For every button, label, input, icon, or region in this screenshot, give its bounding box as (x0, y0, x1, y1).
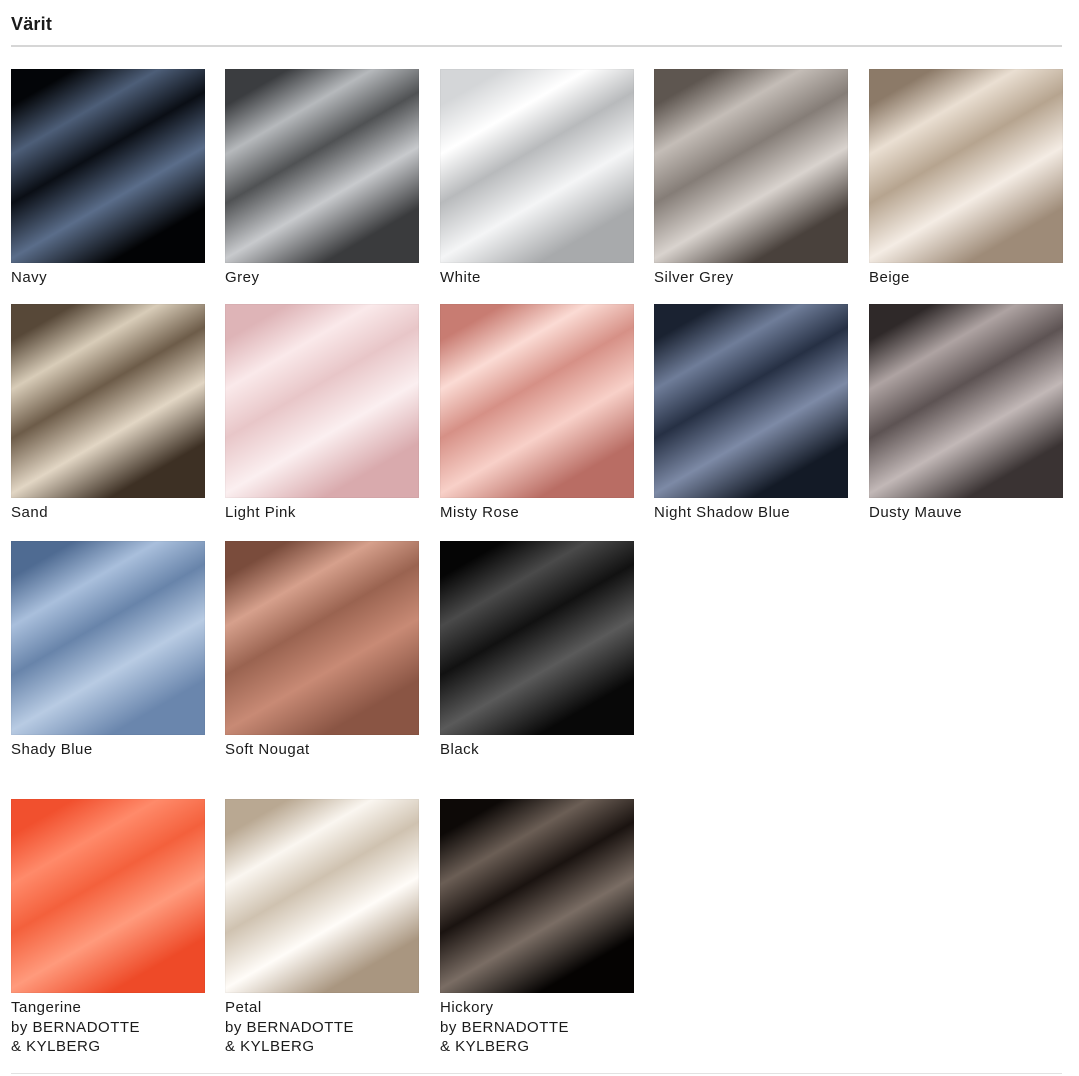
section-title: Värit (11, 14, 53, 34)
color-swatch-sand[interactable]: Sand (11, 304, 205, 523)
swatch-label-line: White (440, 269, 481, 286)
swatch-label[interactable]: Grey (225, 268, 419, 288)
swatch-label-line: Petal (225, 999, 262, 1016)
color-swatch-silver-grey[interactable]: Silver Grey (654, 69, 848, 288)
swatch-label-line: Black (440, 741, 480, 758)
color-swatch-misty-rose[interactable]: Misty Rose (440, 304, 634, 523)
swatch-image[interactable] (11, 799, 205, 993)
swatch-label[interactable]: White (440, 268, 634, 288)
swatch-label[interactable]: Light Pink (225, 503, 419, 523)
swatch-label[interactable]: Dusty Mauve (869, 503, 1063, 523)
color-swatch-white[interactable]: White (440, 69, 634, 288)
swatch-label-line: Navy (11, 269, 48, 286)
color-swatch-beige[interactable]: Beige (869, 69, 1063, 288)
swatch-label-line: Sand (11, 504, 49, 521)
swatch-label-line: Soft Nougat (225, 741, 310, 758)
swatch-label-line: by BERNADOTTE (440, 1018, 570, 1036)
color-swatch-black[interactable]: Black (440, 541, 634, 760)
swatch-label-line: by BERNADOTTE (225, 1018, 355, 1036)
swatch-label-line: by BERNADOTTE (11, 1018, 141, 1036)
swatch-label-line: Beige (869, 269, 910, 286)
swatch-image[interactable] (440, 799, 634, 993)
color-swatch-light-pink[interactable]: Light Pink (225, 304, 419, 523)
swatch-image[interactable] (654, 69, 848, 263)
bottom-divider (11, 1073, 1062, 1074)
swatch-image[interactable] (440, 69, 634, 263)
swatch-label[interactable]: Tangerine by BERNADOTTE & KYLBERG (11, 998, 205, 1057)
swatch-image[interactable] (440, 541, 634, 735)
swatch-label-line: & KYLBERG (225, 1038, 315, 1055)
swatch-label-line: Night Shadow Blue (654, 504, 791, 521)
swatch-image[interactable] (440, 304, 634, 498)
swatch-label[interactable]: Night Shadow Blue (654, 503, 848, 523)
color-swatch-night-shadow-blue[interactable]: Night Shadow Blue (654, 304, 848, 523)
swatch-image[interactable] (225, 304, 419, 498)
swatch-label[interactable]: Misty Rose (440, 503, 634, 523)
section-divider (11, 45, 1062, 47)
swatch-image[interactable] (225, 541, 419, 735)
swatch-image[interactable] (654, 304, 848, 498)
swatch-label[interactable]: Silver Grey (654, 268, 848, 288)
swatch-label-line: & KYLBERG (11, 1038, 101, 1055)
swatch-label[interactable]: Black (440, 740, 634, 760)
swatch-label-line: Grey (225, 269, 260, 286)
swatch-label-line: Misty Rose (440, 504, 520, 521)
color-swatch-soft-nougat[interactable]: Soft Nougat (225, 541, 419, 760)
swatch-label[interactable]: Soft Nougat (225, 740, 419, 760)
swatch-image[interactable] (869, 69, 1063, 263)
swatch-label[interactable]: Petal by BERNADOTTE & KYLBERG (225, 998, 419, 1057)
swatch-image[interactable] (11, 304, 205, 498)
swatch-label-line: Dusty Mauve (869, 504, 963, 521)
swatch-label-line: Silver Grey (654, 269, 734, 286)
color-swatch-navy[interactable]: Navy (11, 69, 205, 288)
swatch-label[interactable]: Shady Blue (11, 740, 205, 760)
color-swatch-dusty-mauve[interactable]: Dusty Mauve (869, 304, 1063, 523)
swatch-label-line: Tangerine (11, 999, 82, 1016)
swatch-label[interactable]: Beige (869, 268, 1063, 288)
color-swatch-shady-blue[interactable]: Shady Blue (11, 541, 205, 760)
swatch-image[interactable] (225, 799, 419, 993)
swatch-label-line: Light Pink (225, 504, 296, 521)
swatch-image[interactable] (225, 69, 419, 263)
swatch-label[interactable]: Navy (11, 268, 205, 288)
color-swatch-grey[interactable]: Grey (225, 69, 419, 288)
swatch-label[interactable]: Hickory by BERNADOTTE & KYLBERG (440, 998, 634, 1057)
color-swatch-hickory[interactable]: Hickory by BERNADOTTE & KYLBERG (440, 799, 634, 1057)
color-swatch-tangerine[interactable]: Tangerine by BERNADOTTE & KYLBERG (11, 799, 205, 1057)
swatch-label[interactable]: Sand (11, 503, 205, 523)
swatch-label-line: Hickory (440, 999, 494, 1016)
swatch-image[interactable] (11, 541, 205, 735)
swatch-label-line: Shady Blue (11, 741, 93, 758)
swatch-image[interactable] (11, 69, 205, 263)
color-swatch-petal[interactable]: Petal by BERNADOTTE & KYLBERG (225, 799, 419, 1057)
swatch-image[interactable] (869, 304, 1063, 498)
swatch-label-line: & KYLBERG (440, 1038, 530, 1055)
